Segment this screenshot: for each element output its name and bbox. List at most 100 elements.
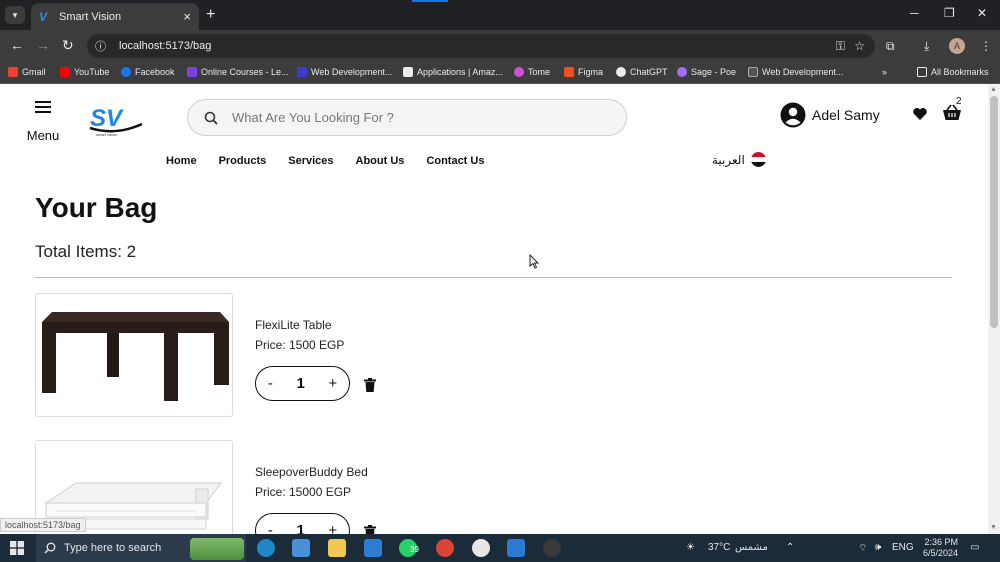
menu-label: Menu bbox=[26, 128, 60, 143]
scroll-down-arrow-icon[interactable]: ▼ bbox=[990, 524, 997, 531]
nav-home[interactable]: Home bbox=[166, 155, 197, 167]
user-name: Adel Samy bbox=[812, 107, 880, 123]
new-tab-plus-icon[interactable]: + bbox=[206, 6, 215, 24]
tray-chevron-icon[interactable]: ⌃ bbox=[786, 542, 794, 553]
obs-icon[interactable] bbox=[543, 539, 561, 557]
bookmark-gmail[interactable]: Gmail bbox=[8, 67, 46, 77]
browser-toolbar: ← → ↻ ⓘ localhost:5173/bag ☆ ⚿ ⧉ ⤓ A ⋮ bbox=[0, 30, 1000, 62]
bookmark-tome[interactable]: Tome bbox=[514, 67, 550, 77]
scroll-up-arrow-icon[interactable]: ▲ bbox=[990, 86, 997, 93]
language-switcher[interactable]: العربية bbox=[712, 152, 766, 167]
file-explorer-icon[interactable] bbox=[328, 539, 346, 557]
downloads-icon[interactable]: ⤓ bbox=[924, 39, 929, 54]
main-nav: Home Products Services About Us Contact … bbox=[166, 155, 506, 167]
tab-title: Smart Vision bbox=[59, 10, 122, 23]
web-page: Menu SV smart vision Adel Samy 2 Home Pr… bbox=[0, 84, 988, 534]
increase-button[interactable]: + bbox=[328, 375, 337, 392]
logo-text: SV bbox=[90, 105, 124, 132]
status-bar-url: localhost:5173/bag bbox=[0, 518, 86, 532]
logo-subtext: smart vision bbox=[96, 132, 117, 137]
page-scrollbar[interactable]: ▲ ▼ bbox=[988, 84, 1000, 534]
table-illustration bbox=[42, 312, 229, 401]
quantity-stepper: - 1 + bbox=[255, 513, 350, 534]
windows-taskbar: Type here to search ☀ 37°C مشمس ⌃ ⌔ 🕪 EN… bbox=[0, 534, 1000, 562]
hamburger-icon bbox=[24, 101, 62, 113]
close-window-icon[interactable]: ✕ bbox=[977, 6, 987, 20]
trash-icon[interactable] bbox=[364, 378, 376, 392]
search-bar[interactable] bbox=[187, 99, 627, 136]
web-dev-icon bbox=[297, 67, 307, 77]
bag-item: FlexiLite Table Price: 1500 EGP - 1 + bbox=[35, 293, 435, 418]
notifications-icon[interactable]: ▭ bbox=[970, 542, 979, 553]
taskbar-search-icon bbox=[44, 542, 56, 554]
store-icon[interactable] bbox=[292, 539, 310, 557]
weather-temp: 37°C bbox=[708, 542, 731, 553]
address-bar[interactable]: ⓘ localhost:5173/bag ☆ ⚿ bbox=[87, 34, 875, 58]
browser-tab[interactable]: V Smart Vision × bbox=[31, 3, 199, 30]
user-account[interactable]: Adel Samy bbox=[780, 102, 880, 128]
menu-button[interactable]: Menu bbox=[24, 98, 62, 143]
search-input[interactable] bbox=[232, 110, 592, 125]
bookmark-star-icon[interactable]: ☆ bbox=[854, 39, 865, 53]
browser-tab-strip: ▾ V Smart Vision × + ─ ❐ ✕ bbox=[0, 0, 1000, 30]
more-bookmarks-icon[interactable]: » bbox=[882, 67, 887, 77]
vscode-icon[interactable] bbox=[507, 539, 525, 557]
bookmark-youtube[interactable]: YouTube bbox=[60, 67, 109, 77]
bookmark-online-courses[interactable]: Online Courses - Le... bbox=[187, 67, 289, 77]
udemy-icon bbox=[187, 67, 197, 77]
page-icon bbox=[748, 67, 758, 77]
page-title: Your Bag bbox=[35, 192, 158, 223]
decrease-button[interactable]: - bbox=[268, 375, 273, 392]
nav-about-us[interactable]: About Us bbox=[356, 155, 405, 167]
whatsapp-badge: 39 bbox=[410, 545, 419, 554]
bookmark-chatgpt[interactable]: ChatGPT bbox=[616, 67, 668, 77]
password-key-icon[interactable]: ⚿ bbox=[836, 39, 845, 54]
weather-sun-icon: ☀ bbox=[686, 542, 695, 553]
wishlist-heart-icon[interactable] bbox=[912, 106, 928, 122]
gmail-icon bbox=[8, 67, 18, 77]
decrease-button[interactable]: - bbox=[268, 522, 273, 534]
bookmark-applications[interactable]: Applications | Amaz... bbox=[403, 67, 503, 77]
total-items: Total Items: 2 bbox=[35, 242, 137, 261]
taskbar-clock[interactable]: 2:36 PM 6/5/2024 bbox=[908, 537, 958, 559]
clock-time: 2:36 PM bbox=[924, 537, 958, 547]
site-info-icon[interactable]: ⓘ bbox=[95, 38, 111, 54]
profile-avatar[interactable]: A bbox=[949, 38, 965, 54]
quantity-stepper: - 1 + bbox=[255, 366, 350, 401]
back-arrow-icon[interactable]: ← bbox=[10, 37, 24, 53]
bookmark-web-dev-2[interactable]: Web Development... bbox=[748, 67, 843, 77]
restore-icon[interactable]: ❐ bbox=[944, 6, 955, 20]
youtube-icon bbox=[60, 67, 70, 77]
bookmark-web-dev-1[interactable]: Web Development... bbox=[297, 67, 392, 77]
all-bookmarks[interactable]: All Bookmarks bbox=[917, 67, 989, 77]
bookmark-sage-poe[interactable]: Sage - Poe bbox=[677, 67, 736, 77]
forward-arrow-icon[interactable]: → bbox=[36, 37, 50, 53]
tome-icon bbox=[514, 67, 524, 77]
app-icon[interactable] bbox=[472, 539, 490, 557]
mail-icon[interactable] bbox=[364, 539, 382, 557]
wifi-icon[interactable]: ⌔ bbox=[858, 542, 867, 555]
increase-button[interactable]: + bbox=[328, 522, 337, 534]
close-tab-icon[interactable]: × bbox=[183, 9, 191, 24]
tab-search-chevron-icon[interactable]: ▾ bbox=[5, 6, 25, 24]
quantity-value: 1 bbox=[296, 522, 305, 534]
reload-icon[interactable]: ↻ bbox=[62, 37, 74, 54]
clock-date: 6/5/2024 bbox=[922, 548, 958, 558]
smart-vision-logo[interactable]: SV smart vision bbox=[88, 102, 144, 138]
scroll-thumb[interactable] bbox=[990, 96, 998, 328]
bag-item: SleepoverBuddy Bed Price: 15000 EGP - 1 … bbox=[35, 440, 435, 534]
extensions-icon[interactable]: ⧉ bbox=[886, 39, 895, 54]
trash-icon[interactable] bbox=[364, 525, 376, 534]
bookmark-figma[interactable]: Figma bbox=[564, 67, 603, 77]
product-image-table[interactable] bbox=[35, 293, 233, 417]
nav-products[interactable]: Products bbox=[219, 155, 267, 167]
minimize-icon[interactable]: ─ bbox=[910, 6, 919, 20]
edge-icon[interactable] bbox=[257, 539, 275, 557]
windows-start-icon[interactable] bbox=[10, 541, 24, 555]
chrome-menu-icon[interactable]: ⋮ bbox=[980, 39, 992, 53]
nav-contact-us[interactable]: Contact Us bbox=[426, 155, 484, 167]
volume-icon[interactable]: 🕪 bbox=[875, 542, 881, 553]
chrome-icon[interactable] bbox=[436, 539, 454, 557]
nav-services[interactable]: Services bbox=[288, 155, 333, 167]
bookmark-facebook[interactable]: Facebook bbox=[121, 67, 175, 77]
